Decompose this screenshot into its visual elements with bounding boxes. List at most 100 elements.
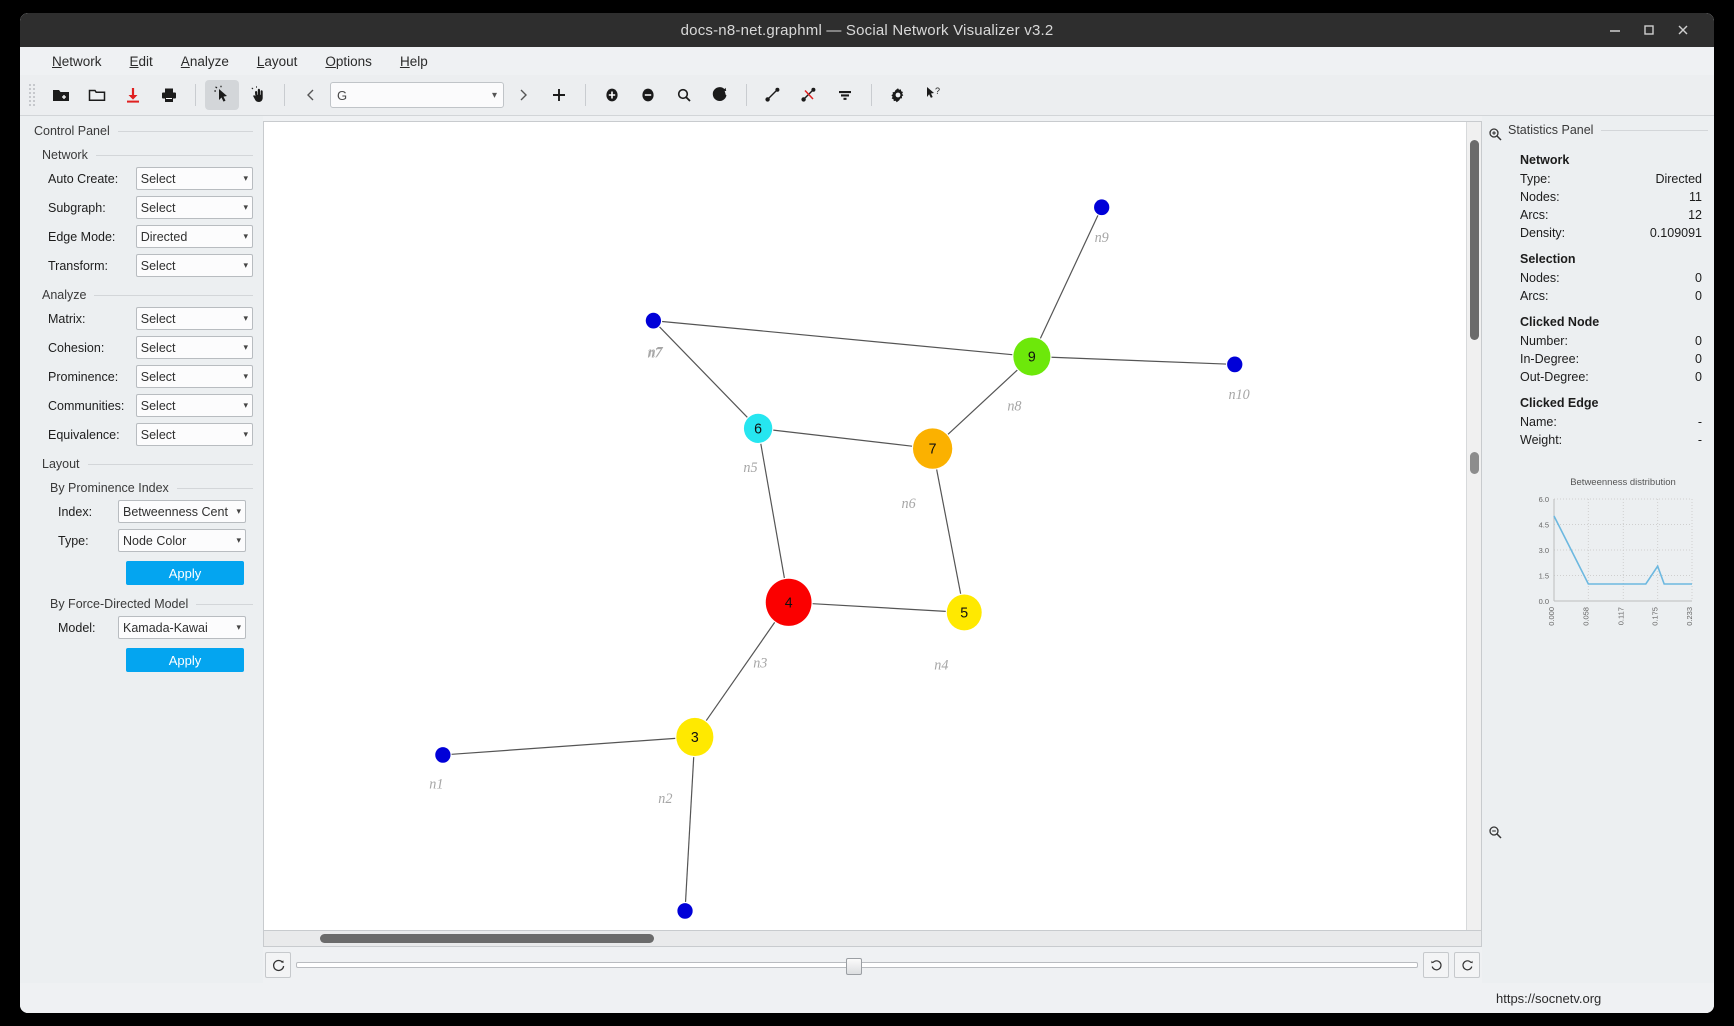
row-communities: Communities: Select ▾ [20, 391, 263, 420]
stats-key: Arcs: [1520, 208, 1549, 222]
subsection-by-prominence: By Prominence Index [20, 473, 263, 497]
graph-node-label: n10 [1228, 387, 1249, 403]
filter-icon[interactable] [828, 80, 862, 110]
stats-heading-clicked-edge: Clicked Edge [1520, 396, 1599, 410]
graph-edge[interactable] [812, 603, 946, 612]
reset-icon[interactable] [265, 952, 291, 978]
communities-label: Communities: [48, 398, 125, 413]
graph-vertical-scrollbar[interactable] [1466, 122, 1481, 930]
menu-edit-mnemonic: E [129, 53, 139, 69]
menu-options[interactable]: Options [311, 51, 386, 72]
stats-key: Nodes: [1520, 271, 1560, 285]
zoom-slider[interactable] [296, 953, 1418, 977]
graph-node[interactable] [677, 903, 693, 919]
zoom-out-icon[interactable] [631, 80, 665, 110]
graph-edge[interactable] [1039, 215, 1099, 339]
graph-edge[interactable] [1051, 356, 1227, 365]
add-edge-icon[interactable] [756, 80, 790, 110]
divider [196, 603, 253, 605]
magnifier-icon[interactable] [667, 80, 701, 110]
auto-create-select[interactable]: Select ▾ [135, 167, 253, 190]
matrix-select[interactable]: Select ▾ [135, 307, 253, 330]
type-select[interactable]: Node Color ▾ [118, 529, 246, 552]
zoom-in-icon[interactable] [1484, 123, 1506, 145]
rotate-cw-icon[interactable] [1454, 952, 1480, 978]
print-icon[interactable] [152, 80, 186, 110]
prominence-label: Prominence: [48, 369, 119, 384]
add-relation-icon[interactable] [542, 80, 576, 110]
clicked-edge-row-name: Name: - [1508, 413, 1708, 431]
maximize-button[interactable] [1632, 16, 1666, 44]
graph-edge[interactable] [705, 622, 776, 721]
remove-edge-icon[interactable] [792, 80, 826, 110]
menu-analyze[interactable]: Analyze [167, 51, 243, 72]
hand-pan-icon[interactable] [241, 80, 275, 110]
zoom-slider-knob[interactable] [845, 958, 862, 975]
menu-network[interactable]: Network [38, 51, 116, 72]
graph-view[interactable]: n1 n2 3 n3 4 n4 5 n5 6 n6 7 n7 9 n8 n9 n10 n7 [264, 122, 1466, 930]
minimize-button[interactable] [1598, 16, 1632, 44]
graph-node[interactable] [1094, 199, 1110, 216]
next-arrow-icon[interactable] [506, 80, 540, 110]
relation-combo[interactable]: G ▾ [330, 82, 504, 108]
open-folder-icon[interactable] [80, 80, 114, 110]
menu-help[interactable]: Help [386, 51, 442, 72]
whats-this-icon[interactable]: ? [917, 80, 951, 110]
index-select[interactable]: Betweenness Cent ▾ [118, 500, 246, 523]
clicked-node-row-number: Number: 0 [1508, 332, 1708, 350]
subgraph-label: Subgraph: [48, 200, 106, 215]
edge-mode-value: Directed [140, 229, 188, 244]
rotate-ccw-icon[interactable] [1423, 952, 1449, 978]
close-button[interactable] [1666, 16, 1700, 44]
menu-layout[interactable]: Layout [243, 51, 312, 72]
divider [117, 130, 253, 132]
edge-mode-label: Edge Mode: [48, 229, 116, 244]
graph-vscroll-thumb[interactable] [1470, 140, 1479, 340]
select-pointer-icon[interactable] [205, 80, 239, 110]
chart-x-tick: 0.175 [1651, 607, 1660, 626]
graph-vscroll-thumb-secondary[interactable] [1470, 452, 1479, 474]
graph-hscroll-thumb[interactable] [320, 934, 654, 943]
new-network-icon[interactable] [44, 80, 78, 110]
graph-edge[interactable] [659, 326, 748, 418]
apply-prominence-button[interactable]: Apply [126, 561, 244, 585]
menu-edit[interactable]: Edit [116, 51, 167, 72]
graph-edge[interactable] [451, 737, 676, 755]
graph-edge[interactable] [760, 443, 785, 579]
graph-node-label: n6 [902, 496, 917, 512]
network-graph[interactable]: n1n23n34n45n56n67n7 9n8n9n10n7 [264, 122, 1466, 930]
stats-key: Arcs: [1520, 289, 1549, 303]
graph-canvas-area[interactable]: n1 n2 3 n3 4 n4 5 n5 6 n6 7 n7 9 n8 n9 n10 n7 [263, 121, 1482, 931]
cohesion-select[interactable]: Select ▾ [135, 336, 253, 359]
graph-edge[interactable] [662, 320, 1013, 356]
rotate-icon[interactable] [703, 80, 737, 110]
prominence-select[interactable]: Select ▾ [135, 365, 253, 388]
save-download-icon[interactable] [116, 80, 150, 110]
graph-edge[interactable] [684, 757, 695, 902]
graph-node-number: 3 [691, 730, 699, 746]
zoom-out-icon[interactable] [1484, 821, 1506, 843]
graph-horizontal-scrollbar[interactable] [263, 931, 1482, 947]
communities-select[interactable]: Select ▾ [135, 394, 253, 417]
toolbar-separator [284, 84, 285, 106]
subgraph-select[interactable]: Select ▾ [135, 196, 253, 219]
settings-gear-icon[interactable] [881, 80, 915, 110]
graph-edge[interactable] [936, 469, 962, 594]
apply-force-button[interactable]: Apply [126, 648, 244, 672]
graph-edge[interactable] [773, 429, 913, 447]
equivalence-select[interactable]: Select ▾ [135, 423, 253, 446]
stats-value: 0.109091 [1649, 226, 1702, 240]
zoom-in-icon[interactable] [595, 80, 629, 110]
edge-mode-select[interactable]: Directed ▾ [135, 225, 253, 248]
status-url[interactable]: https://socnetv.org [1488, 991, 1601, 1006]
toolbar-grip[interactable] [28, 83, 36, 107]
subsection-by-force: By Force-Directed Model [20, 589, 263, 613]
transform-select[interactable]: Select ▾ [135, 254, 253, 277]
graph-node[interactable] [1227, 356, 1243, 373]
stats-value: 0 [1695, 352, 1702, 366]
graph-node[interactable] [435, 747, 451, 763]
graph-node[interactable] [645, 312, 662, 329]
chart-x-tick: 0.117 [1616, 607, 1625, 625]
prev-arrow-icon[interactable] [294, 80, 328, 110]
model-select[interactable]: Kamada-Kawai ▾ [118, 616, 246, 639]
